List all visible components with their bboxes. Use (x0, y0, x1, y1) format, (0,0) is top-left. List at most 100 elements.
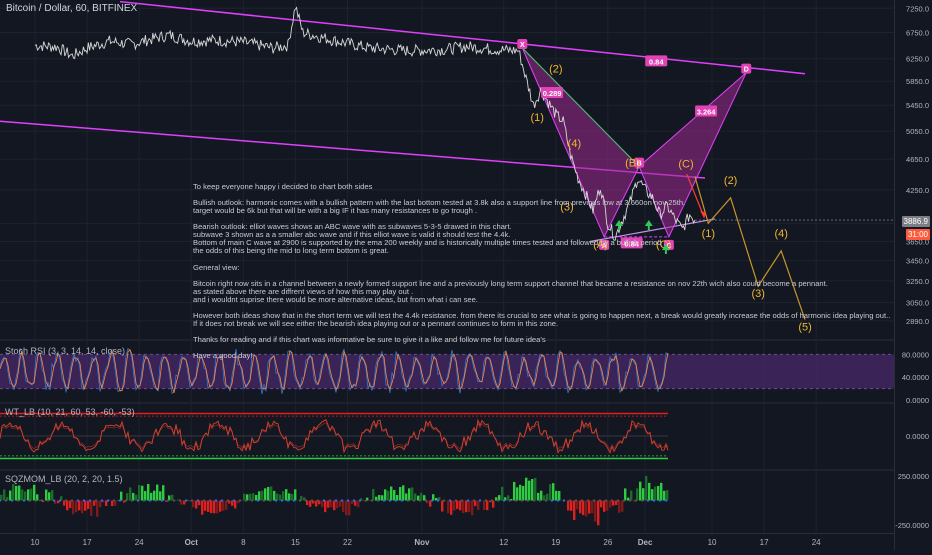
sqz-dot (605, 499, 607, 501)
sqz-bar (567, 501, 569, 511)
sqz-dot (293, 499, 295, 501)
sqz-dot (155, 499, 157, 501)
sqz-bar (618, 501, 620, 513)
sqz-bar (585, 501, 587, 517)
sqz-dot (281, 499, 283, 501)
sqz-dot (65, 499, 67, 501)
sqz-dot (569, 499, 571, 501)
chart-stage[interactable]: 101724Oct81522Nov121926Dec1017247250.067… (0, 0, 932, 550)
sqz-bar (456, 501, 458, 509)
sqz-bar (249, 494, 251, 501)
sqz-dot (95, 499, 97, 501)
sqz-bar (402, 485, 404, 500)
sqz-bar (279, 495, 281, 501)
projection-label: (3) (751, 288, 764, 300)
stoch-rsi-label: Stoch RSI (3, 3, 14, 14, close) (5, 346, 125, 356)
sqz-bar (207, 501, 209, 512)
sqz-dot (125, 499, 127, 501)
note-line: the odds of this being the mid to long t… (193, 247, 389, 256)
sqz-dot (227, 499, 229, 501)
sqz-dot (149, 499, 151, 501)
sqz-bar (87, 501, 89, 509)
sqz-dot (113, 499, 115, 501)
time-axis[interactable] (0, 533, 895, 551)
projection-label: (5) (798, 321, 811, 333)
wt-lb-label: WT_LB (10, 21, 60, 53, -60, -53) (5, 407, 135, 417)
sqz-bar (657, 486, 659, 501)
harmonic-ratio-label: 3.264 (697, 108, 717, 117)
sqz-bar (339, 501, 341, 507)
sqz-bar (468, 501, 470, 513)
note-line: General view: (193, 264, 239, 273)
sqz-dot (107, 499, 109, 501)
sqz-bar (291, 494, 293, 501)
sqz-bar (30, 489, 32, 501)
chart-svg[interactable]: 101724Oct81522Nov121926Dec1017247250.067… (0, 0, 932, 550)
sqz-bar (471, 501, 473, 516)
sqz-dot (635, 499, 637, 501)
sqz-bar (534, 478, 536, 501)
sqz-bar (639, 482, 641, 501)
sqz-dot (83, 499, 85, 501)
sqz-dot (17, 499, 19, 501)
note-line: Thanks for reading and if this chart was… (193, 336, 546, 345)
sqz-bar (597, 501, 599, 526)
sqz-bar (663, 491, 665, 501)
sqz-bar (150, 493, 152, 501)
last-price-tag: 3886.9 (902, 216, 930, 227)
sqz-bar (558, 491, 560, 501)
sqz-bar (84, 501, 86, 511)
sqz-bar (519, 485, 521, 501)
sqz-bar (225, 501, 227, 510)
harmonic-point-label: X (520, 42, 525, 49)
sqz-bar (12, 484, 14, 500)
sqz-bar (384, 489, 386, 500)
sqz-bar (285, 489, 287, 500)
sqz-bar (549, 484, 551, 500)
sqz-dot (59, 499, 61, 501)
sqz-dot (383, 499, 385, 501)
sqz-dot (491, 499, 493, 501)
sqz-bar (18, 486, 20, 501)
sqz-dot (275, 499, 277, 501)
sqz-bar (270, 487, 272, 501)
sqz-bar (273, 491, 275, 501)
sqz-bar (465, 501, 467, 513)
note-line: target would be 6k but that will be with… (193, 207, 477, 216)
sqz-dot (509, 499, 511, 501)
sqz-bar (219, 501, 221, 512)
sqz-dot (407, 499, 409, 501)
sqz-bar (90, 501, 92, 516)
sqz-dot (545, 499, 547, 501)
sqz-bar (537, 493, 539, 501)
sqz-dot (419, 499, 421, 501)
sqz-bar (372, 489, 374, 501)
sqz-dot (629, 499, 631, 501)
sqz-bar (417, 496, 419, 501)
price-axis[interactable] (894, 0, 932, 550)
sqz-dot (401, 499, 403, 501)
harmonic-ratio-label: 0.84 (649, 57, 664, 66)
sqz-bar (393, 490, 395, 501)
wave-label: (B) (625, 158, 640, 170)
sqz-bar (588, 501, 590, 514)
sqz-dot (443, 499, 445, 501)
sqz-bar (213, 501, 215, 514)
sqz-bar (210, 501, 212, 514)
sqz-bar (66, 501, 68, 511)
sqz-bar (570, 501, 572, 511)
sqz-bar (309, 501, 311, 507)
sqz-dot (431, 499, 433, 501)
sqz-bar (429, 501, 431, 507)
sqz-dot (539, 499, 541, 501)
sqz-bar (579, 501, 581, 514)
wave-label: (2) (549, 64, 562, 76)
sqz-bar (327, 501, 329, 508)
sqz-dot (209, 499, 211, 501)
wave-label: (C) (678, 158, 693, 170)
countdown-tag: 31:00 (906, 229, 930, 240)
sqz-bar (459, 501, 461, 511)
sqz-bar (462, 501, 464, 514)
sqz-bar (144, 491, 146, 500)
sqz-bar (216, 501, 218, 514)
